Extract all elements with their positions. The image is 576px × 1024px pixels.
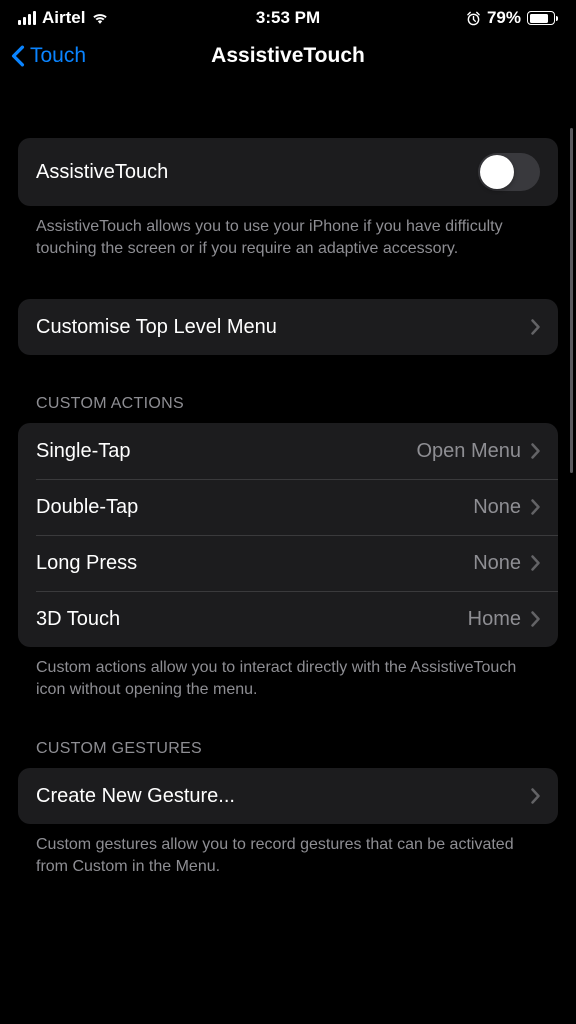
chevron-right-icon bbox=[531, 443, 540, 459]
row-value: None bbox=[473, 496, 521, 519]
battery-percent: 79% bbox=[487, 8, 521, 28]
single-tap-row[interactable]: Single-Tap Open Menu bbox=[18, 423, 558, 479]
row-label: Customise Top Level Menu bbox=[36, 316, 277, 339]
status-bar: Airtel 3:53 PM 79% bbox=[0, 0, 576, 32]
chevron-right-icon bbox=[531, 499, 540, 515]
battery-icon bbox=[527, 11, 558, 25]
double-tap-row[interactable]: Double-Tap None bbox=[18, 479, 558, 535]
row-label: AssistiveTouch bbox=[36, 161, 168, 184]
content-scroll[interactable]: AssistiveTouch AssistiveTouch allows you… bbox=[0, 82, 576, 1011]
wifi-icon bbox=[91, 11, 109, 25]
chevron-right-icon bbox=[531, 319, 540, 335]
assistivetouch-toggle[interactable] bbox=[478, 153, 540, 191]
chevron-left-icon bbox=[10, 45, 26, 67]
row-label: Create New Gesture... bbox=[36, 785, 235, 808]
section-header: CUSTOM ACTIONS bbox=[18, 395, 558, 423]
status-left: Airtel bbox=[18, 8, 109, 28]
page-title: AssistiveTouch bbox=[211, 44, 365, 68]
long-press-row[interactable]: Long Press None bbox=[18, 535, 558, 591]
scrollbar[interactable] bbox=[570, 128, 573, 473]
customise-top-level-menu-row[interactable]: Customise Top Level Menu bbox=[18, 299, 558, 355]
footer-text: AssistiveTouch allows you to use your iP… bbox=[18, 206, 558, 259]
row-value: None bbox=[473, 552, 521, 575]
status-right: 79% bbox=[466, 8, 558, 28]
toggle-knob bbox=[480, 155, 514, 189]
row-label: Double-Tap bbox=[36, 496, 138, 519]
row-value: Home bbox=[468, 608, 521, 631]
row-label: Long Press bbox=[36, 552, 137, 575]
clock: 3:53 PM bbox=[256, 8, 320, 28]
footer-text: Custom actions allow you to interact dir… bbox=[18, 647, 558, 700]
row-value: Open Menu bbox=[416, 440, 521, 463]
back-button[interactable]: Touch bbox=[10, 44, 86, 68]
section-header: CUSTOM GESTURES bbox=[18, 740, 558, 768]
3d-touch-row[interactable]: 3D Touch Home bbox=[18, 591, 558, 647]
chevron-right-icon bbox=[531, 788, 540, 804]
row-label: Single-Tap bbox=[36, 440, 131, 463]
cellular-signal-icon bbox=[18, 11, 36, 25]
nav-bar: Touch AssistiveTouch bbox=[0, 32, 576, 82]
carrier-label: Airtel bbox=[42, 8, 85, 28]
assistivetouch-toggle-row[interactable]: AssistiveTouch bbox=[18, 138, 558, 206]
back-label: Touch bbox=[30, 44, 86, 68]
footer-text: Custom gestures allow you to record gest… bbox=[18, 824, 558, 877]
create-new-gesture-row[interactable]: Create New Gesture... bbox=[18, 768, 558, 824]
chevron-right-icon bbox=[531, 555, 540, 571]
chevron-right-icon bbox=[531, 611, 540, 627]
alarm-icon bbox=[466, 11, 481, 26]
row-label: 3D Touch bbox=[36, 608, 120, 631]
